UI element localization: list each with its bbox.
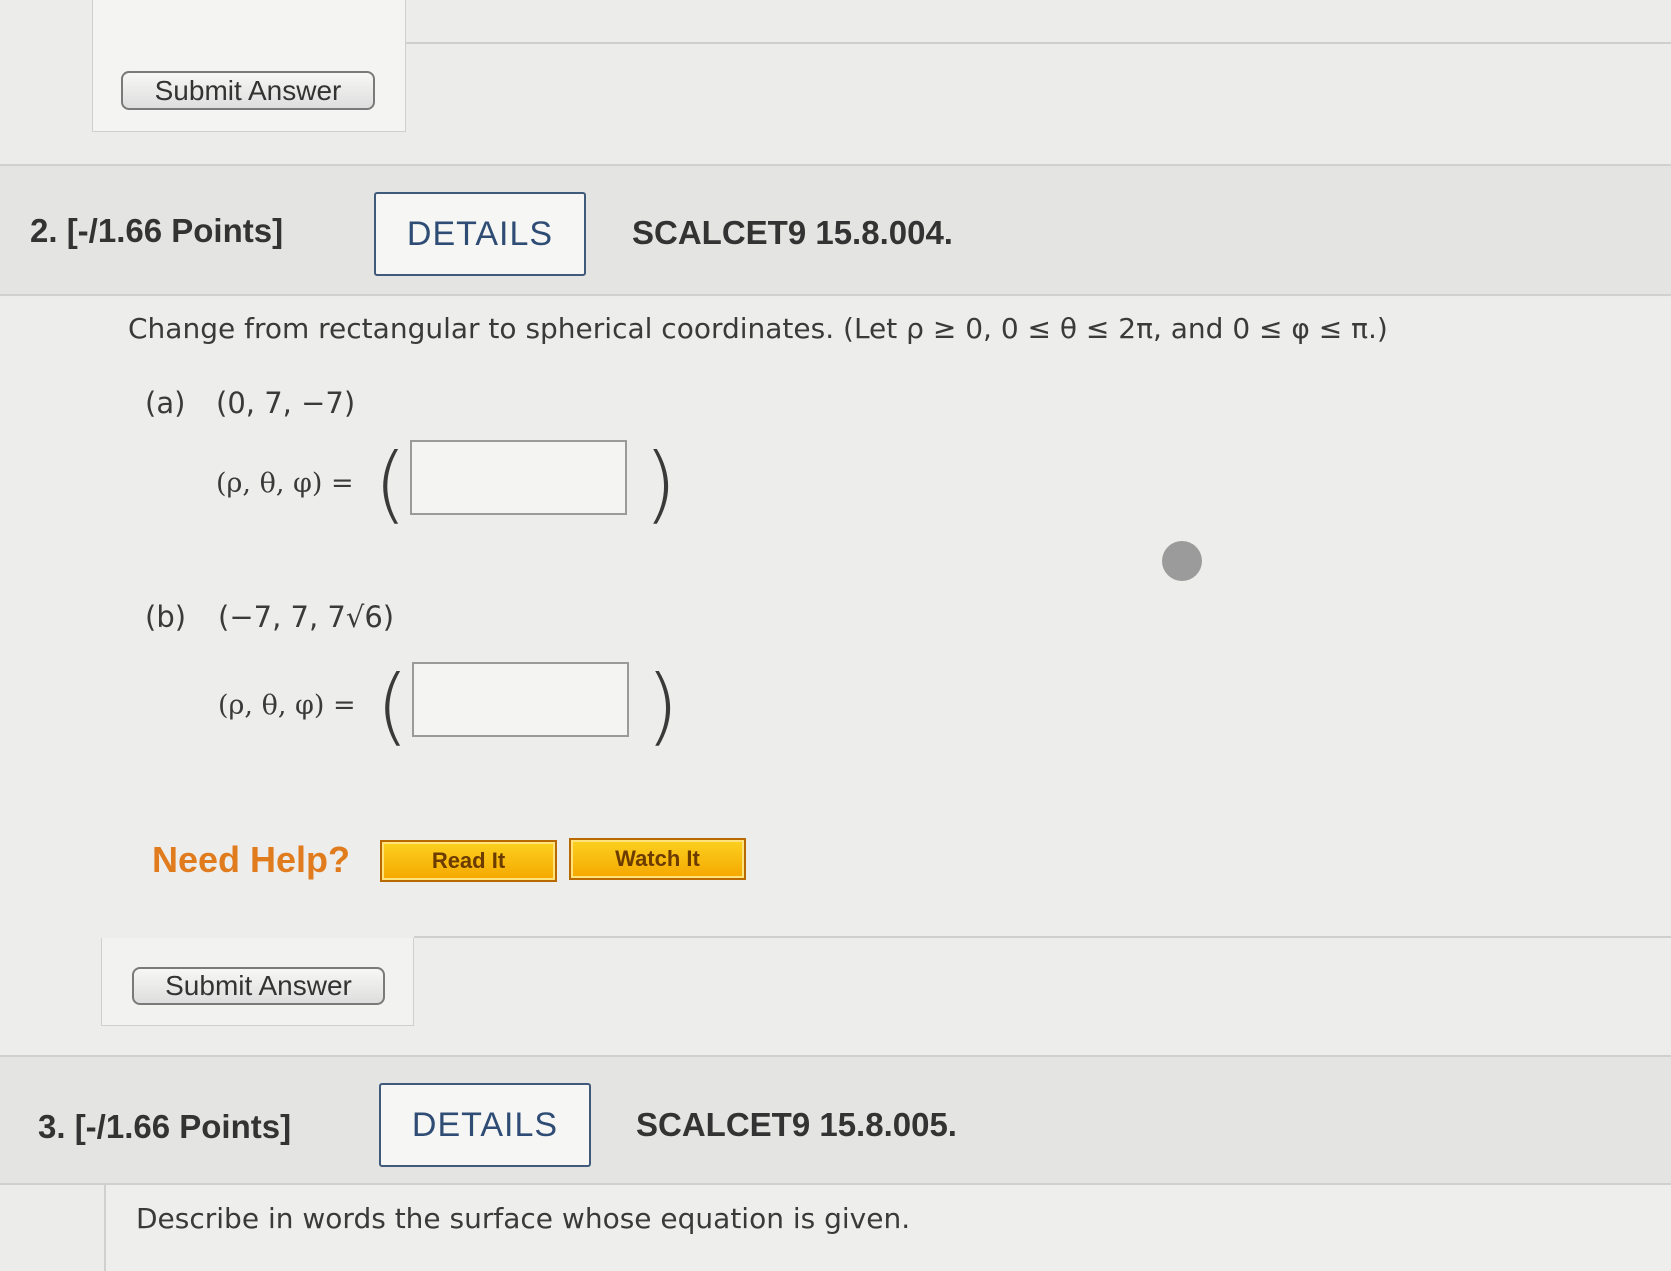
left-paren: ( [374, 435, 407, 533]
question-2-points: 2. [-/1.66 Points] [30, 212, 284, 249]
read-it-button[interactable]: Read It [380, 840, 557, 882]
part-b-label: (b) [145, 600, 187, 634]
question-2-prompt: Change from rectangular to spherical coo… [128, 312, 1388, 345]
question-3-points: 3. [-/1.66 Points] [38, 1108, 292, 1145]
cursor-indicator [1162, 541, 1202, 581]
part-a-point: (0, 7, −7) [216, 386, 356, 420]
right-paren: ) [644, 435, 677, 533]
question-3-prompt: Describe in words the surface whose equa… [136, 1202, 911, 1235]
part-a-lhs: (ρ, θ, φ) = [216, 468, 354, 499]
left-paren: ( [376, 657, 409, 755]
details-button-q3[interactable]: DETAILS [379, 1083, 591, 1167]
divider [406, 42, 1671, 44]
part-b-lhs: (ρ, θ, φ) = [218, 690, 356, 721]
question-3-reference: SCALCET9 15.8.005. [636, 1106, 957, 1143]
top-submit-card [92, 0, 406, 132]
details-button-q2[interactable]: DETAILS [374, 192, 586, 276]
need-help-label: Need Help? [152, 839, 351, 880]
submit-answer-button-q1[interactable]: Submit Answer [121, 71, 375, 110]
watch-it-button[interactable]: Watch It [569, 838, 746, 880]
right-paren: ) [646, 657, 679, 755]
part-b-answer-input[interactable] [412, 662, 629, 737]
question-2-reference: SCALCET9 15.8.004. [632, 214, 953, 251]
part-b-point: (−7, 7, 7√6) [218, 600, 395, 634]
part-a-answer-input[interactable] [410, 440, 627, 515]
part-a-label: (a) [145, 386, 186, 420]
submit-answer-button-q2[interactable]: Submit Answer [132, 967, 385, 1005]
divider [414, 936, 1671, 938]
